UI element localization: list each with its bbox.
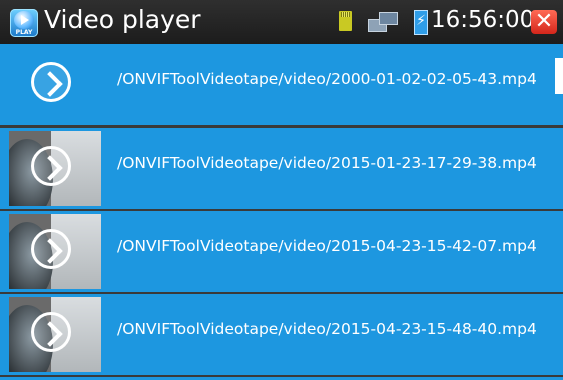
close-icon: ✕ [534, 9, 554, 34]
video-file-row[interactable]: /ONVIFToolVideotape/video/2015-04-23-15-… [0, 211, 563, 292]
close-button[interactable]: ✕ [531, 10, 557, 34]
battery-charging-icon [414, 10, 428, 35]
clock: 16:56:00 [431, 7, 535, 33]
app-icon-label: PLAY [15, 29, 33, 36]
video-file-row[interactable]: /ONVIFToolVideotape/video/2000-01-02-02-… [0, 44, 563, 125]
video-player-app-icon: PLAY [10, 9, 38, 37]
play-icon[interactable] [31, 312, 71, 352]
video-file-name: /ONVIFToolVideotape/video/2015-01-23-17-… [117, 154, 537, 172]
video-file-row[interactable]: /ONVIFToolVideotape/video/2015-04-23-15-… [0, 294, 563, 375]
sd-card-icon [339, 11, 352, 31]
video-file-row[interactable]: /ONVIFToolVideotape/video/2015-01-23-17-… [0, 128, 563, 209]
video-file-list[interactable]: /ONVIFToolVideotape/video/2000-01-02-02-… [0, 44, 563, 380]
video-file-name: /ONVIFToolVideotape/video/2015-04-23-15-… [117, 320, 537, 338]
play-icon[interactable] [31, 229, 71, 269]
window-title: Video player [44, 5, 201, 34]
video-file-name: /ONVIFToolVideotape/video/2015-04-23-15-… [117, 237, 537, 255]
scrollbar[interactable] [555, 58, 563, 94]
title-bar: PLAY Video player 16:56:00 ✕ [0, 0, 563, 44]
network-icon [368, 11, 398, 33]
play-icon[interactable] [31, 146, 71, 186]
play-icon[interactable] [31, 62, 71, 102]
video-file-name: /ONVIFToolVideotape/video/2000-01-02-02-… [117, 70, 537, 88]
